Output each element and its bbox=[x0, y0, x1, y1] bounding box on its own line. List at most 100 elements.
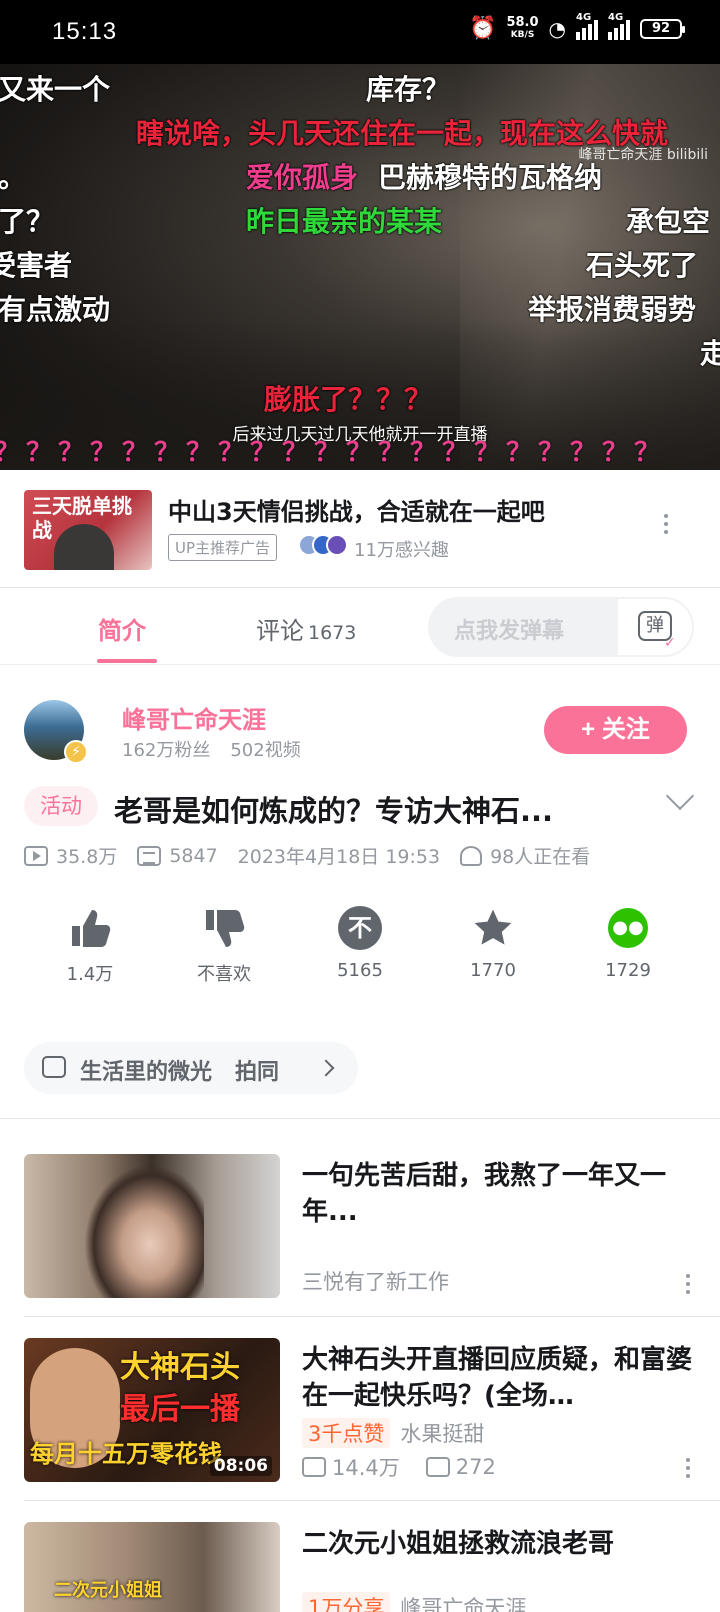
video-title: 二次元小姐姐拯救流浪老哥 bbox=[302, 1529, 615, 1559]
danmaku: 走 bbox=[700, 337, 720, 370]
wechat-icon: ●● bbox=[608, 908, 648, 948]
video-author: 峰哥亡命天涯 bbox=[400, 1596, 527, 1612]
divider bbox=[0, 1118, 720, 1119]
list-item[interactable]: 一句先苦后甜，我熬了一年又一年... 三悦有了新工作 bbox=[24, 1154, 720, 1304]
danmaku: 石头死了 bbox=[586, 249, 699, 282]
status-bar: 15:13 ⏰ 58.0 KB/S ◔ 4G 4G 92 bbox=[0, 0, 720, 64]
video-duration: 08:06 bbox=[209, 1456, 272, 1476]
more-icon[interactable] bbox=[686, 1458, 690, 1478]
chevron-right-icon bbox=[317, 1059, 335, 1077]
topic-chip[interactable]: 生活里的微光 拍同 bbox=[24, 1042, 358, 1094]
danmaku-toggle[interactable]: 弹 ✓ bbox=[616, 597, 694, 657]
video-count: 502视频 bbox=[230, 740, 301, 761]
tab-intro[interactable]: 简介 bbox=[98, 611, 146, 646]
danmaku: 爱你孤身 bbox=[246, 161, 359, 194]
danmaku-count-icon bbox=[425, 1457, 450, 1477]
play-count-icon bbox=[24, 845, 48, 866]
topic-extra: 拍同 bbox=[235, 1060, 280, 1085]
action-bar: 1.4万 不喜欢 不 5165 1770 ●● 1729 bbox=[0, 904, 720, 994]
hot-badge: 3千点赞 bbox=[302, 1418, 391, 1448]
thumbs-up-icon bbox=[30, 904, 150, 952]
tab-bar: 简介 评论 1673 点我发弹幕 弹 ✓ bbox=[0, 589, 720, 665]
favorite-button[interactable]: 1770 bbox=[433, 904, 553, 981]
video-title: 大神石头开直播回应质疑，和富婆在一起快乐吗？(全场… bbox=[302, 1345, 693, 1411]
more-icon[interactable] bbox=[662, 514, 670, 534]
danmaku-count-icon bbox=[137, 845, 162, 866]
divider bbox=[24, 1500, 720, 1501]
publish-date: 2023年4月18日 19:53 bbox=[237, 846, 441, 868]
ad-interest: 11万感兴趣 bbox=[354, 540, 449, 561]
topic-icon bbox=[42, 1056, 66, 1078]
hot-badge: 1万分享 bbox=[302, 1592, 391, 1612]
viewers-icon bbox=[460, 845, 483, 866]
uploader-stats: 162万粉丝 502视频 bbox=[122, 736, 301, 762]
danmaku: 。 bbox=[0, 161, 27, 194]
danmaku: 巴赫穆特的瓦格纳 bbox=[378, 161, 603, 194]
list-item[interactable]: 二次元小姐姐 二次元小姐姐拯救流浪老哥 1万分享 峰哥亡命天涯 bbox=[24, 1522, 720, 1612]
interest-avatars bbox=[298, 534, 348, 556]
danmaku-placeholder: 点我发弹幕 bbox=[454, 619, 565, 644]
coin-icon: 不 bbox=[338, 906, 382, 950]
video-meta: 35.8万 5847 2023年4月18日 19:53 98人正在看 bbox=[24, 842, 590, 869]
like-button[interactable]: 1.4万 bbox=[30, 904, 150, 986]
fans-count: 162万粉丝 bbox=[122, 740, 211, 761]
avatar[interactable]: ⚡ bbox=[24, 700, 88, 764]
coin-button[interactable]: 不 5165 bbox=[300, 904, 420, 981]
signal-icon: 4G bbox=[576, 12, 598, 40]
danmaku: 举报消费弱势 bbox=[528, 293, 697, 326]
danmaku: 了？ bbox=[0, 205, 55, 238]
ad-banner[interactable]: 三天脱单挑战 中山3天情侣挑战，合适就在一起吧 UP主推荐广告 11万感兴趣 bbox=[0, 470, 720, 588]
lightning-badge-icon: ⚡ bbox=[64, 740, 88, 764]
uploader-name[interactable]: 峰哥亡命天涯 bbox=[122, 700, 266, 735]
video-title: 老哥是如何炼成的？专访大神石... bbox=[114, 794, 554, 828]
status-time: 15:13 bbox=[52, 18, 118, 45]
wifi-icon: ◔ bbox=[548, 16, 566, 41]
dislike-button[interactable]: 不喜欢 bbox=[164, 904, 284, 986]
play-count: 14.4万 bbox=[332, 1456, 400, 1480]
danmaku-count: 272 bbox=[455, 1455, 496, 1479]
ad-thumbnail: 三天脱单挑战 bbox=[24, 490, 152, 570]
video-title: 一句先苦后甜，我熬了一年又一年... bbox=[302, 1161, 667, 1227]
network-speed: 58.0 KB/S bbox=[506, 14, 539, 40]
follow-button[interactable]: + 关注 bbox=[544, 706, 687, 754]
tab-comments[interactable]: 评论 1673 bbox=[256, 611, 356, 646]
thumbs-down-icon bbox=[164, 904, 284, 952]
video-thumbnail: 大神石头 最后一播 每月十五万零花钱 08:06 bbox=[24, 1338, 280, 1482]
danmaku-input[interactable]: 点我发弹幕 弹 ✓ bbox=[428, 597, 694, 657]
play-count-icon bbox=[302, 1457, 326, 1477]
star-icon bbox=[433, 904, 553, 952]
divider bbox=[24, 1316, 720, 1317]
play-count: 35.8万 bbox=[56, 846, 118, 868]
check-icon: ✓ bbox=[664, 635, 676, 651]
danmaku: 又来一个 bbox=[0, 73, 111, 106]
video-thumbnail: 二次元小姐姐 bbox=[24, 1522, 280, 1612]
video-player[interactable]: 峰哥亡命天涯 bilibili 又来一个 库存？ 瞎说啥，头几天还住在一起，现在… bbox=[0, 64, 720, 470]
ad-title: 中山3天情侣挑战，合适就在一起吧 bbox=[168, 498, 545, 526]
danmaku: 受害者 bbox=[0, 249, 73, 282]
danmaku: 库存？ bbox=[366, 73, 451, 106]
activity-tag[interactable]: 活动 bbox=[24, 786, 98, 826]
alarm-icon: ⏰ bbox=[469, 16, 497, 41]
chevron-down-icon[interactable] bbox=[665, 781, 695, 811]
danmaku-count: 5847 bbox=[169, 844, 218, 867]
danmaku: 昨日最亲的某某 bbox=[246, 205, 443, 238]
video-author: 水果挺甜 bbox=[400, 1422, 485, 1446]
battery-icon: 92 bbox=[640, 18, 685, 39]
topic-text: 生活里的微光 bbox=[80, 1060, 213, 1085]
comment-count: 1673 bbox=[308, 622, 357, 644]
danmaku: 膨胀了？？？ bbox=[264, 383, 433, 416]
more-icon[interactable] bbox=[686, 1274, 690, 1294]
share-button[interactable]: ●● 1729 bbox=[568, 904, 688, 981]
ad-tag: UP主推荐广告 bbox=[168, 534, 278, 561]
list-item[interactable]: 大神石头 最后一播 每月十五万零花钱 08:06 大神石头开直播回应质疑，和富婆… bbox=[24, 1338, 720, 1488]
danmaku: 有点激动 bbox=[0, 293, 111, 326]
status-icons: ⏰ 58.0 KB/S ◔ 4G 4G 92 bbox=[469, 12, 685, 41]
video-author: 三悦有了新工作 bbox=[302, 1270, 449, 1294]
danmaku: 承包空 bbox=[626, 205, 711, 238]
signal-icon-2: 4G bbox=[608, 12, 630, 40]
danmaku: ？？？？？？？？？？？？？？？？？？？？？ bbox=[0, 438, 667, 468]
danmaku: 瞎说啥，头几天还住在一起，现在这么快就 bbox=[136, 117, 669, 150]
tab-indicator bbox=[97, 659, 157, 663]
watching-count: 98人正在看 bbox=[490, 846, 591, 868]
video-thumbnail bbox=[24, 1154, 280, 1298]
